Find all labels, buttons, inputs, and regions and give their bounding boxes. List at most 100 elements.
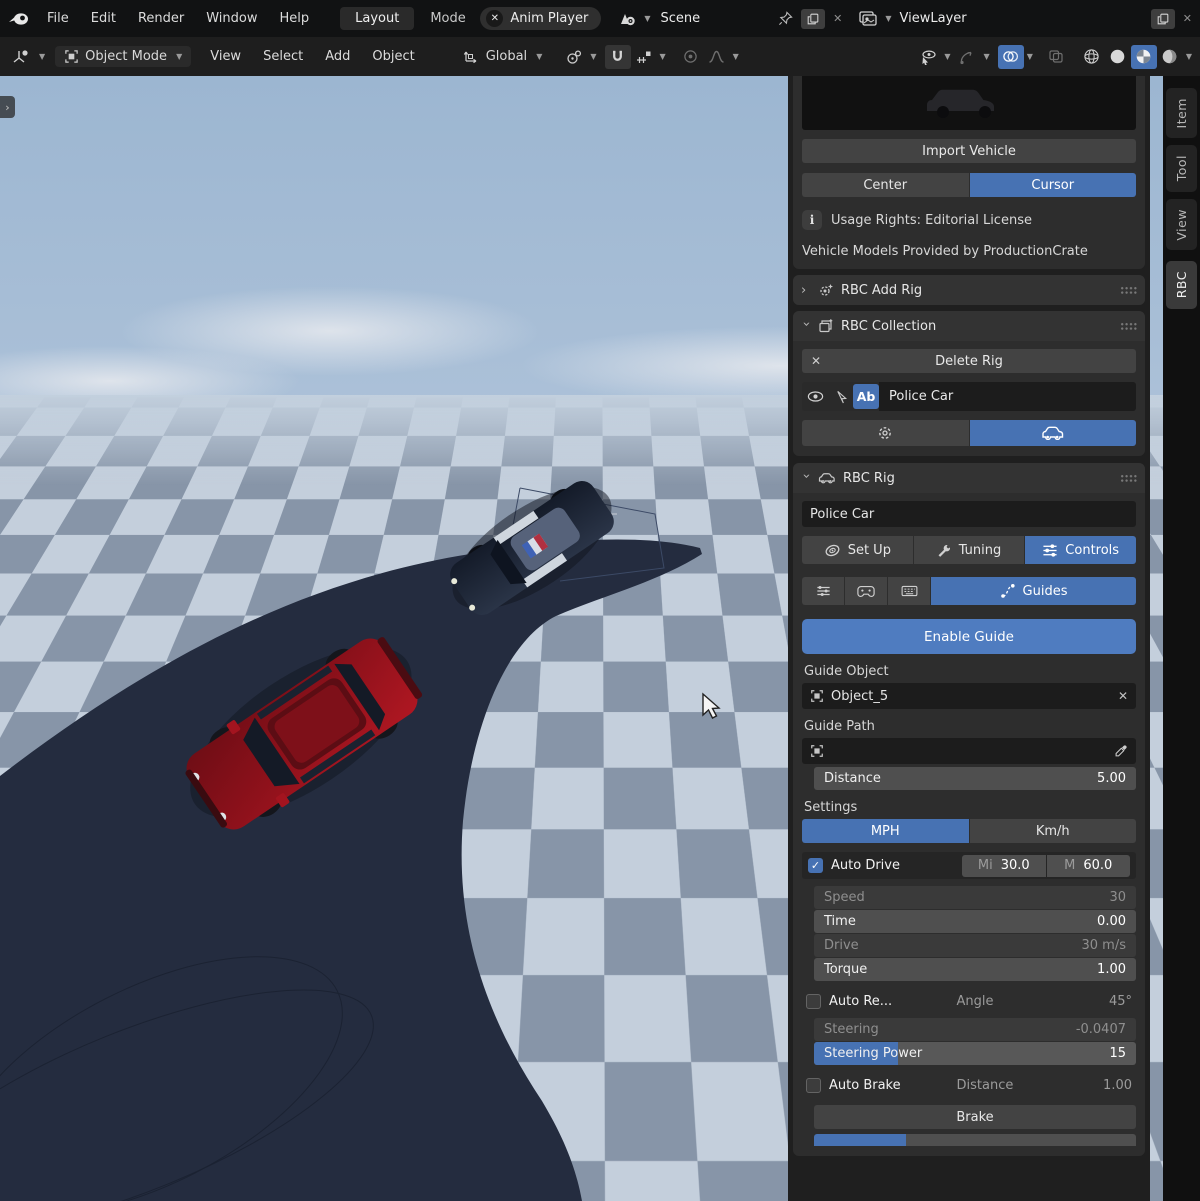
tab-rbc[interactable]: RBC	[1166, 261, 1197, 308]
shading-rendered-icon[interactable]	[1157, 45, 1183, 69]
tab-tuning[interactable]: Tuning	[914, 536, 1025, 564]
gamepad-mode-button[interactable]	[845, 577, 887, 605]
menu-select[interactable]: Select	[252, 45, 314, 68]
pin-icon[interactable]	[778, 11, 793, 26]
collapse-arrow-icon[interactable]: ›	[799, 321, 814, 331]
editor-type-icon[interactable]	[12, 49, 32, 65]
drag-grip-icon[interactable]	[1120, 474, 1137, 482]
scene-name[interactable]: Scene	[661, 11, 701, 26]
show-gizmo-icon[interactable]	[915, 45, 941, 69]
menu-help[interactable]: Help	[269, 7, 321, 30]
enable-guide-button[interactable]: Enable Guide	[802, 619, 1136, 654]
steering-power-value: 15	[1109, 1046, 1126, 1061]
remove-viewlayer-icon[interactable]: ✕	[1183, 12, 1192, 25]
speed-slider[interactable]: Speed 30	[814, 886, 1136, 909]
vehicle-preview[interactable]	[802, 76, 1136, 130]
tab-controls[interactable]: Controls	[1025, 536, 1136, 564]
auto-drive-checkbox[interactable]: ✓	[808, 858, 823, 873]
pivot-point-icon[interactable]	[561, 45, 587, 69]
new-scene-button[interactable]	[801, 9, 825, 29]
workspace-tab-modeling[interactable]: Mode	[430, 11, 474, 26]
visibility-eye-icon[interactable]	[802, 390, 829, 403]
close-icon[interactable]: ✕	[486, 10, 503, 27]
menu-render[interactable]: Render	[127, 7, 195, 30]
kmh-button[interactable]: Km/h	[970, 819, 1137, 843]
tab-setup[interactable]: Set Up	[802, 536, 913, 564]
snap-magnet-icon[interactable]	[605, 45, 631, 69]
import-vehicle-button[interactable]: Import Vehicle	[802, 139, 1136, 163]
delete-rig-button[interactable]: ✕ Delete Rig	[802, 349, 1136, 373]
shading-solid-icon[interactable]	[1105, 45, 1131, 69]
physics-gear-button[interactable]	[802, 420, 969, 446]
guides-mode-button[interactable]: Guides	[931, 577, 1136, 605]
tab-view[interactable]: View	[1166, 199, 1197, 251]
sliders-mode-button[interactable]	[802, 577, 844, 605]
time-slider[interactable]: Time 0.00	[814, 910, 1136, 933]
road[interactable]	[0, 539, 702, 1201]
auto-brake-checkbox[interactable]	[806, 1078, 821, 1093]
viewlayer-icon[interactable]	[858, 10, 882, 27]
shading-material-icon[interactable]	[1131, 45, 1157, 69]
snap-target-icon[interactable]	[631, 45, 657, 69]
scene-browse-icon[interactable]	[615, 10, 641, 28]
mph-button[interactable]: MPH	[802, 819, 969, 843]
rbc-rig-header[interactable]: › RBC Rig	[793, 463, 1145, 493]
tab-item[interactable]: Item	[1166, 88, 1197, 138]
center-button[interactable]: Center	[802, 173, 969, 197]
anim-player-tab[interactable]: ✕ Anim Player	[480, 7, 601, 30]
auto-reverse-checkbox[interactable]	[806, 994, 821, 1009]
viewlayer-name[interactable]: ViewLayer	[900, 11, 967, 26]
guide-object-field[interactable]: Object_5 ✕	[802, 683, 1136, 709]
rig-name-display[interactable]: Police Car	[802, 501, 1136, 527]
menu-file[interactable]: File	[36, 7, 80, 30]
drive-slider[interactable]: Drive 30 m/s	[814, 934, 1136, 957]
rbc-add-rig-header[interactable]: › RBC Add Rig	[793, 275, 1145, 305]
rbc-collection-header[interactable]: › RBC Collection	[793, 311, 1145, 341]
car-mode-button[interactable]	[970, 420, 1137, 446]
shading-wireframe-icon[interactable]	[1079, 45, 1105, 69]
anim-player-label: Anim Player	[510, 11, 588, 26]
brake-button[interactable]: Brake	[814, 1105, 1136, 1129]
menu-window[interactable]: Window	[195, 7, 268, 30]
info-icon[interactable]: i	[802, 210, 822, 230]
keyboard-mode-button[interactable]	[888, 577, 930, 605]
brake-strength-slider-partial[interactable]	[814, 1134, 1136, 1146]
distance-slider[interactable]: Distance 5.00	[814, 767, 1136, 790]
drag-grip-icon[interactable]	[1120, 322, 1137, 330]
selectable-cursor-icon[interactable]	[829, 390, 853, 404]
unlink-scene-icon[interactable]: ✕	[833, 12, 842, 25]
gizmo-transform-icon[interactable]	[955, 45, 981, 69]
tab-tool[interactable]: Tool	[1166, 145, 1197, 191]
menu-add[interactable]: Add	[314, 45, 361, 68]
mi-field[interactable]: Mi 30.0	[962, 855, 1046, 877]
expand-arrow-icon[interactable]: ›	[801, 283, 811, 298]
rig-name-field[interactable]: Police Car	[879, 382, 1136, 411]
angle-value[interactable]: 45°	[1084, 994, 1132, 1009]
menu-object[interactable]: Object	[361, 45, 425, 68]
new-viewlayer-button[interactable]	[1151, 9, 1175, 29]
cursor-button[interactable]: Cursor	[970, 173, 1137, 197]
rename-badge[interactable]: Ab	[853, 384, 879, 409]
brake-distance-value[interactable]: 1.00	[1084, 1078, 1132, 1093]
show-overlays-icon[interactable]	[998, 45, 1024, 69]
toolbar-expand-button[interactable]: ›	[0, 96, 15, 118]
guide-path-field[interactable]	[802, 738, 1136, 764]
steering-power-slider[interactable]: Steering Power 15	[814, 1042, 1136, 1065]
control-mode-segment: Guides	[802, 577, 1136, 605]
collapse-arrow-icon[interactable]: ›	[799, 473, 814, 483]
xray-toggle-icon[interactable]	[1043, 45, 1069, 69]
blender-logo-icon[interactable]	[8, 11, 30, 27]
drag-grip-icon[interactable]	[1120, 286, 1137, 294]
torque-slider[interactable]: Torque 1.00	[814, 958, 1136, 981]
proportional-editing-icon[interactable]	[678, 45, 704, 69]
workspace-tab-layout[interactable]: Layout	[340, 7, 414, 30]
menu-view[interactable]: View	[199, 45, 252, 68]
falloff-curve-icon[interactable]	[704, 45, 730, 69]
clear-object-icon[interactable]: ✕	[1118, 689, 1128, 703]
transform-orientation[interactable]: Global ▼	[454, 46, 552, 67]
steering-slider[interactable]: Steering -0.0407	[814, 1018, 1136, 1041]
mode-selector[interactable]: Object Mode ▼	[55, 46, 191, 67]
menu-edit[interactable]: Edit	[80, 7, 127, 30]
eyedropper-icon[interactable]	[1114, 744, 1128, 758]
m-field[interactable]: M 60.0	[1047, 855, 1131, 877]
